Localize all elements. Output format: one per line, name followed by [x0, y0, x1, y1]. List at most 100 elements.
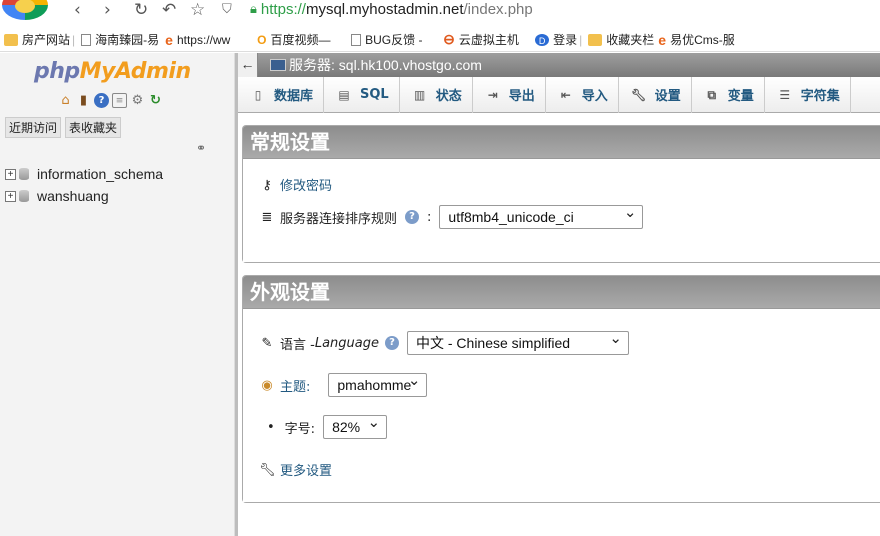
logo-my: My — [79, 59, 116, 84]
bookmark-label: BUG反馈 - — [365, 33, 423, 47]
database-name[interactable]: information_schema — [37, 166, 163, 182]
database-name[interactable]: wanshuang — [37, 188, 109, 204]
appearance-settings-body: ✎ 语言 - Language ? 中文 - Chinese simplifie… — [243, 308, 880, 502]
bookmark-item[interactable]: O 百度视频— — [257, 31, 347, 48]
collation-label: 服务器连接排序规则 — [280, 211, 398, 227]
tab-variables[interactable]: ⧉ 变量 — [692, 76, 765, 113]
collation-row: ≣ 服务器连接排序规则 ? : utf8mb4_unicode_ci — [259, 202, 644, 229]
more-settings-row: 🔧︎ 更多设置 — [259, 460, 332, 480]
bookmark-item[interactable]: e 易优Cms-服 — [658, 31, 748, 48]
link-icon[interactable]: ⚭ — [196, 141, 206, 155]
tab-charsets[interactable]: ☰ 字符集 — [765, 76, 851, 113]
address-bar[interactable]: ⛉ 🔒︎ https:// mysql.myhostadmin.net /ind… — [218, 0, 880, 20]
gear-icon[interactable]: ⚙ — [130, 93, 145, 108]
logo-admin: Admin — [114, 59, 191, 84]
status-icon: ▥ — [414, 87, 426, 102]
url-scheme: https:// — [260, 0, 306, 18]
tab-recent[interactable]: 近期访问 — [5, 117, 62, 138]
tab-favorites[interactable]: 表收藏夹 — [65, 117, 122, 138]
database-icon: ▯ — [254, 87, 262, 102]
main-content: ← 服务器: sql.hk100.vhostgo.com ▯ 数据库 ▤ SQL ▥… — [238, 53, 880, 536]
collation-select[interactable]: utf8mb4_unicode_ci — [439, 202, 644, 229]
logout-icon[interactable]: ▮ — [76, 93, 91, 108]
o-icon: O — [257, 32, 267, 47]
bullet-icon: • — [267, 419, 275, 435]
forward-icon[interactable]: › — [104, 0, 111, 20]
database-item[interactable]: + wanshuang — [5, 185, 163, 207]
fontsize-select[interactable]: 82% — [323, 412, 388, 439]
bookmark-label: 易优Cms-服 — [670, 33, 735, 47]
page-icon — [351, 33, 362, 46]
expand-icon[interactable]: + — [5, 190, 16, 202]
bookmark-label: 登录 — [553, 33, 578, 47]
server-label[interactable]: 服务器: sql.hk100.vhostgo.com — [289, 55, 482, 75]
tab-settings[interactable]: 🔧︎ 设置 — [619, 76, 692, 113]
bookmark-label: 房产网站 — [22, 33, 71, 47]
database-icon — [19, 168, 29, 180]
lock-icon: 🔒︎ — [250, 1, 257, 16]
bookmark-label: https://ww — [176, 32, 231, 47]
refresh-icon[interactable]: ↻ — [148, 93, 163, 108]
database-icon — [19, 190, 29, 202]
e-icon: e — [658, 31, 667, 48]
bookmark-label: 收藏夹栏 — [606, 33, 655, 47]
bookmark-item[interactable]: D 登录 — [535, 31, 577, 48]
language-row: ✎ 语言 - Language ? 中文 - Chinese simplifie… — [259, 328, 629, 355]
database-item[interactable]: + information_schema — [5, 163, 163, 185]
tab-databases[interactable]: ▯ 数据库 — [238, 76, 325, 113]
e-icon: e — [165, 31, 173, 48]
fontsize-row: • 字号: 82% — [267, 412, 388, 439]
docs-icon[interactable]: ≡ — [112, 93, 127, 108]
reload-icon[interactable]: ↻ — [134, 0, 148, 20]
tab-label: SQL — [360, 87, 389, 102]
star-icon[interactable]: ☆ — [190, 0, 205, 20]
fontsize-label: 字号: — [284, 421, 316, 437]
tab-label: 设置 — [654, 89, 681, 104]
help-icon[interactable]: ? — [384, 336, 399, 350]
bookmark-item[interactable]: 房产网站 — [4, 31, 70, 48]
bookmark-label: 百度视频— — [270, 33, 331, 47]
theme-label[interactable]: 主题: — [280, 376, 310, 395]
export-icon: ⇥ — [487, 87, 498, 102]
undo-icon[interactable]: ↶ — [162, 0, 176, 20]
language-label: 语言 - — [280, 337, 315, 353]
browser-toolbar: ‹ › ↻ ↶ ☆ ⛉ 🔒︎ https:// mysql.myhostadmi… — [0, 0, 880, 20]
tab-label: 数据库 — [274, 89, 314, 104]
phpmyadmin-logo[interactable]: phpMyAdmin — [34, 59, 191, 84]
cloud-icon: ⊖ — [443, 31, 455, 47]
home-icon[interactable]: ⌂ — [58, 93, 73, 108]
appearance-settings-panel: 外观设置 ✎ 语言 - Language ? 中文 - Chinese simp… — [242, 275, 880, 503]
help-icon[interactable]: ? — [94, 93, 109, 108]
tab-sql[interactable]: ▤ SQL — [324, 76, 400, 113]
back-icon[interactable]: ‹ — [74, 0, 81, 20]
language-select[interactable]: 中文 - Chinese simplified — [406, 328, 629, 355]
sql-icon: ▤ — [338, 87, 350, 102]
tab-export[interactable]: ⇥ 导出 — [473, 76, 546, 113]
help-icon[interactable]: ? — [405, 210, 420, 224]
theme-select[interactable]: pmahomme — [328, 370, 428, 397]
url-path: /index.php — [463, 0, 533, 18]
tab-label: 导入 — [581, 89, 608, 104]
change-password-link[interactable]: 修改密码 — [280, 175, 332, 194]
change-password-row: ⚷ 修改密码 — [259, 175, 332, 195]
collapse-nav-button[interactable]: ← — [238, 53, 258, 77]
tab-import[interactable]: ⇤ 导入 — [546, 76, 619, 113]
wrench-icon: 🔧︎ — [259, 462, 276, 478]
more-settings-link[interactable]: 更多设置 — [280, 460, 332, 479]
language-icon: ✎ — [261, 336, 273, 351]
url-host: mysql.myhostadmin.net — [305, 0, 464, 18]
logo-php: php — [34, 59, 80, 84]
bookmark-item[interactable]: 收藏夹栏 — [588, 31, 654, 48]
folder-icon — [4, 33, 18, 46]
expand-icon[interactable]: + — [5, 168, 16, 180]
bookmark-item[interactable]: ⊖ 云虚拟主机 — [443, 31, 531, 48]
wrench-icon: 🔧︎ — [631, 87, 647, 102]
browser-logo-icon — [2, 0, 48, 20]
bookmark-item[interactable]: e https://ww — [165, 32, 253, 48]
collation-colon: : — [427, 209, 432, 225]
tab-label: 状态 — [435, 89, 462, 104]
bookmark-item[interactable]: BUG反馈 - — [351, 31, 439, 48]
tab-status[interactable]: ▥ 状态 — [400, 76, 473, 113]
bookmark-item[interactable]: 海南臻园-易 — [81, 31, 161, 48]
server-icon — [270, 59, 286, 71]
